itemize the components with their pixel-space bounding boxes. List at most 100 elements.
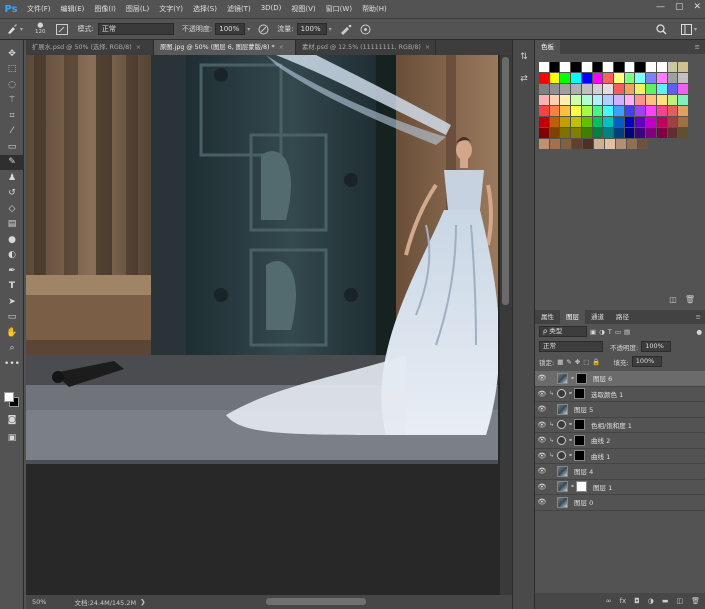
- color-swatch[interactable]: [635, 117, 646, 127]
- path-selection-tool[interactable]: ➤: [0, 294, 24, 310]
- layer-opacity-input[interactable]: 100%: [641, 341, 672, 352]
- color-swatch[interactable]: [549, 84, 560, 94]
- lock-position-icon[interactable]: ✥: [575, 358, 580, 366]
- link-icon[interactable]: ∞: [606, 597, 612, 605]
- color-swatch[interactable]: [603, 73, 614, 83]
- lock-paint-icon[interactable]: ✎: [566, 358, 571, 366]
- color-swatch[interactable]: [656, 62, 667, 72]
- pen-tool[interactable]: ✒: [0, 263, 24, 279]
- layer-row[interactable]: 👁 图层 0: [535, 495, 705, 511]
- filter-pixel-icon[interactable]: ▣: [590, 328, 596, 336]
- crop-tool[interactable]: ⌗: [0, 108, 24, 124]
- dodge-tool[interactable]: ◐: [0, 248, 24, 264]
- menu-item-7[interactable]: 3D(D): [256, 4, 287, 14]
- move-tool[interactable]: ✥: [0, 46, 24, 62]
- color-swatch[interactable]: [614, 117, 624, 127]
- color-swatch[interactable]: [560, 128, 571, 138]
- color-swatch[interactable]: [550, 139, 560, 149]
- chevron-down-icon[interactable]: ▾: [247, 26, 250, 33]
- clone-stamp-tool[interactable]: ♟: [0, 170, 24, 186]
- mode-select[interactable]: 正常: [97, 23, 174, 35]
- eye-icon[interactable]: 👁: [535, 374, 549, 382]
- trash-icon[interactable]: 🗑: [685, 295, 695, 304]
- layer-row[interactable]: 👁 ⚭ 图层 6: [535, 371, 705, 387]
- layer-thumbnail[interactable]: [557, 372, 568, 384]
- color-swatch[interactable]: [635, 84, 646, 94]
- color-swatch[interactable]: [624, 106, 635, 116]
- layer-thumbnail[interactable]: [557, 496, 568, 508]
- tab-swatches[interactable]: 色板: [535, 40, 560, 54]
- foreground-color-swatch[interactable]: [4, 392, 14, 402]
- color-swatch[interactable]: [592, 62, 603, 72]
- tab-extend-water[interactable]: 扩展水.psd @ 50% (选择, RGB/8) ×: [26, 40, 154, 55]
- color-swatch[interactable]: [635, 128, 646, 138]
- color-swatch[interactable]: [581, 73, 592, 83]
- layer-row[interactable]: 👁 ↳ ⚭ 曲线 2: [535, 433, 705, 449]
- eye-icon[interactable]: 👁: [535, 483, 549, 491]
- color-swatch[interactable]: [571, 62, 581, 72]
- filter-shape-icon[interactable]: ▭: [615, 328, 621, 336]
- opacity-input[interactable]: 100%: [215, 23, 246, 35]
- eyedropper-tool[interactable]: ⁄: [0, 124, 24, 140]
- panel-menu-icon[interactable]: ≡: [696, 313, 701, 321]
- layer-name[interactable]: 曲线 2: [591, 435, 610, 445]
- layer-name[interactable]: 图层 4: [574, 466, 593, 476]
- color-swatch[interactable]: [603, 117, 614, 127]
- color-swatch[interactable]: [614, 128, 624, 138]
- eraser-tool[interactable]: ◇: [0, 201, 24, 217]
- color-swatch[interactable]: [581, 117, 592, 127]
- color-swatch[interactable]: [614, 95, 624, 105]
- menu-item-3[interactable]: 图层(L): [121, 4, 154, 14]
- pressure-opacity-button[interactable]: [258, 24, 269, 35]
- color-swatch[interactable]: [581, 95, 592, 105]
- eye-icon[interactable]: 👁: [535, 452, 549, 460]
- color-swatch[interactable]: [667, 84, 678, 94]
- tab-material[interactable]: 素材.psd @ 12.5% (11111111, RGB/8) ×: [296, 40, 436, 55]
- layer-thumbnail[interactable]: [557, 403, 568, 415]
- color-swatch[interactable]: [646, 62, 656, 72]
- layer-row[interactable]: 👁 图层 4: [535, 464, 705, 480]
- layer-name[interactable]: 选取颜色 1: [591, 389, 623, 399]
- menu-item-4[interactable]: 文字(Y): [154, 4, 188, 14]
- blur-tool[interactable]: ●: [0, 232, 24, 248]
- layer-mask-thumbnail[interactable]: [574, 434, 585, 446]
- color-swatch[interactable]: [635, 73, 646, 83]
- tab-paths[interactable]: 路径: [610, 310, 635, 324]
- color-swatch[interactable]: [646, 106, 656, 116]
- color-swatch[interactable]: [581, 106, 592, 116]
- color-swatch[interactable]: [667, 73, 678, 83]
- color-swatch[interactable]: [627, 139, 637, 149]
- more-tools[interactable]: •••: [0, 356, 24, 372]
- color-swatch[interactable]: [656, 73, 667, 83]
- color-swatch[interactable]: [678, 73, 689, 83]
- quick-mask-button[interactable]: ◙: [0, 412, 24, 428]
- minimize-button[interactable]: —: [656, 2, 665, 12]
- color-swatch[interactable]: [539, 73, 549, 83]
- color-swatch[interactable]: [656, 117, 667, 127]
- pressure-size-button[interactable]: [360, 24, 371, 35]
- color-swatch[interactable]: [583, 139, 593, 149]
- zoom-tool[interactable]: ⌕: [0, 341, 24, 357]
- lock-artboard-icon[interactable]: ⬚: [583, 358, 589, 366]
- adjustment-layer-icon[interactable]: [557, 451, 566, 461]
- layer-mask-thumbnail[interactable]: [576, 481, 587, 493]
- maximize-button[interactable]: ▢: [675, 2, 684, 12]
- color-swatch[interactable]: [667, 62, 678, 72]
- color-swatch[interactable]: [549, 73, 560, 83]
- color-swatch[interactable]: [605, 139, 615, 149]
- color-swatch[interactable]: [560, 62, 571, 72]
- menu-item-8[interactable]: 视图(V): [286, 4, 320, 14]
- color-swatch[interactable]: [603, 95, 614, 105]
- color-swatch[interactable]: [603, 84, 614, 94]
- lasso-tool[interactable]: ◌: [0, 77, 24, 93]
- tab-layers[interactable]: 图层: [560, 310, 585, 324]
- color-swatch[interactable]: [656, 106, 667, 116]
- chevron-down-icon[interactable]: ▾: [329, 26, 332, 33]
- color-swatch[interactable]: [549, 106, 560, 116]
- zoom-level[interactable]: 50%: [32, 598, 46, 606]
- layer-mask-thumbnail[interactable]: [574, 388, 585, 400]
- color-swatch[interactable]: [624, 117, 635, 127]
- close-button[interactable]: ✕: [693, 2, 701, 12]
- layer-filter-select[interactable]: ρ 类型: [539, 326, 587, 337]
- color-swatch[interactable]: [571, 128, 581, 138]
